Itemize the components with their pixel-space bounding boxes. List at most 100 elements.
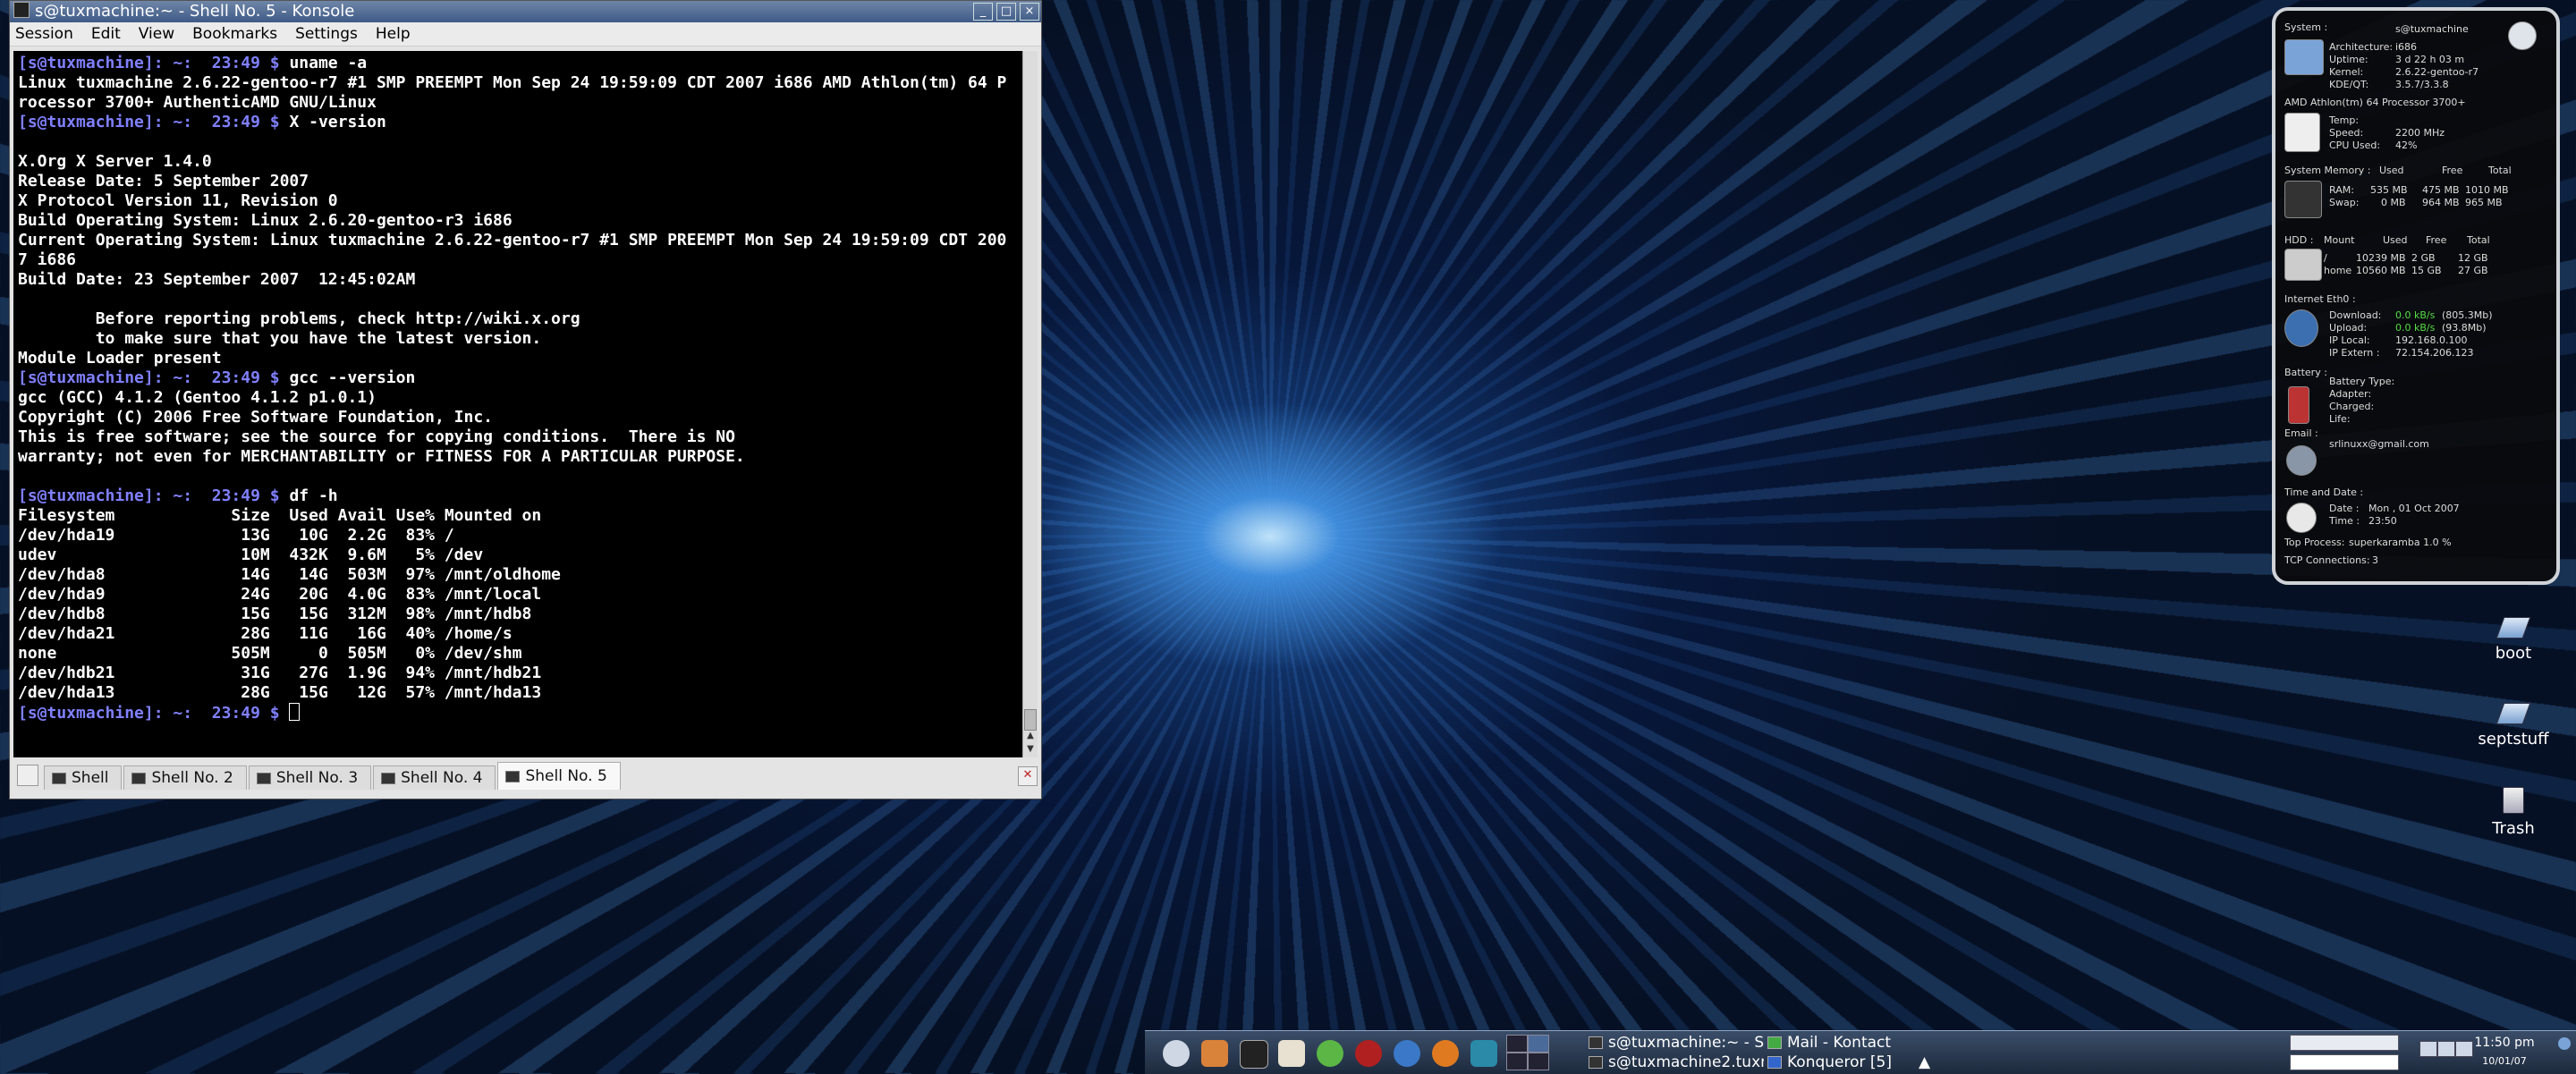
menu-session[interactable]: Session (15, 25, 73, 43)
panel-hide-icon[interactable] (2558, 1037, 2571, 1050)
terminal-text: none 505M 0 505M 0% /dev/shm (18, 644, 522, 663)
menu-bookmarks[interactable]: Bookmarks (192, 25, 277, 43)
clock-date: 10/01/07 (2482, 1055, 2527, 1067)
terminal-text: X.Org X Server 1.4.0 (18, 152, 212, 171)
system-section-label: System : (2284, 21, 2328, 33)
terminal-line: X.Org X Server 1.4.0 (18, 152, 1022, 172)
menu-edit[interactable]: Edit (91, 25, 121, 43)
chevron-up-icon[interactable]: ▲ (1919, 1053, 1930, 1072)
terminal-icon (381, 772, 396, 784)
desktop-icon-trash[interactable]: Trash (2464, 787, 2563, 838)
minicli-input[interactable] (2290, 1035, 2399, 1051)
terminal-launcher-icon[interactable] (1240, 1040, 1268, 1069)
terminal-text: Copyright (C) 2006 Free Software Foundat… (18, 408, 494, 427)
panel-clock[interactable]: 11:50 pm 10/01/07 (2469, 1036, 2540, 1067)
terminal-icon (52, 772, 66, 784)
close-session-button[interactable]: ✕ (1018, 766, 1038, 786)
tray-icon-2[interactable] (2437, 1041, 2455, 1057)
terminal-line: [s@tuxmachine]: ~: 23:49 $ (18, 703, 1022, 723)
text-cursor (289, 703, 301, 721)
maximize-button[interactable]: □ (996, 3, 1016, 21)
terminal-text: Build Operating System: Linux 2.6.20-gen… (18, 211, 513, 230)
terminal-text: Module Loader present (18, 349, 222, 368)
terminal-line: Module Loader present (18, 349, 1022, 368)
terminal-text: /dev/hda21 28G 11G 16G 40% /home/s (18, 624, 513, 643)
konqueror-icon (1767, 1056, 1782, 1069)
terminal-line: Linux tuxmachine 2.6.22-gentoo-r7 #1 SMP… (18, 73, 1022, 93)
terminal-line: none 505M 0 505M 0% /dev/shm (18, 644, 1022, 664)
tab-shell[interactable]: Shell (44, 765, 123, 790)
menu-settings[interactable]: Settings (295, 25, 358, 43)
quick-search-input[interactable] (2290, 1054, 2399, 1070)
text-editor-icon[interactable] (1278, 1040, 1305, 1067)
task-konqueror[interactable]: Konqueror [5] ▲ (1764, 1053, 1943, 1072)
terminal-line: /dev/hda13 28G 15G 12G 57% /mnt/hda13 (18, 683, 1022, 703)
kmenu-gear-icon[interactable] (1163, 1040, 1190, 1067)
task-konsole-2[interactable]: s@tuxmachine2.tuxm (1585, 1053, 1764, 1072)
terminal-line: [s@tuxmachine]: ~: 23:49 $ X -version (18, 113, 1022, 132)
terminal-text: /dev/hda8 14G 14G 503M 97% /mnt/oldhome (18, 565, 561, 584)
window-titlebar[interactable]: s@tuxmachine:~ - Shell No. 5 - Konsole _… (10, 1, 1041, 22)
memory-chip-icon (2284, 181, 2322, 218)
terminal-line: /dev/hdb21 31G 27G 1.9G 94% /mnt/hdb21 (18, 664, 1022, 683)
desktop-icon-septstuff[interactable]: septstuff (2464, 703, 2563, 748)
shell-prompt: [s@tuxmachine]: ~: 23:49 $ (18, 54, 290, 72)
firefox-icon[interactable] (1432, 1040, 1459, 1067)
battery-section-label: Battery : (2284, 367, 2327, 378)
task-kontact[interactable]: Mail - Kontact (1764, 1033, 1943, 1053)
konsole-window[interactable]: s@tuxmachine:~ - Shell No. 5 - Konsole _… (9, 0, 1042, 799)
terminal-scrollbar[interactable]: ▲ ▼ (1022, 51, 1038, 757)
tab-shell-4[interactable]: Shell No. 4 (373, 765, 496, 790)
desktop-3[interactable] (1506, 1053, 1528, 1070)
terminal-text: gcc (GCC) 4.1.2 (Gentoo 4.1.2 p1.0.1) (18, 388, 377, 407)
shell-prompt: [s@tuxmachine]: ~: 23:49 $ (18, 368, 290, 387)
scroll-down-arrow[interactable]: ▼ (1023, 744, 1038, 757)
new-session-button[interactable] (17, 765, 38, 786)
terminal-line: [s@tuxmachine]: ~: 23:49 $ uname -a (18, 54, 1022, 73)
desktop-icon-boot[interactable]: boot (2464, 617, 2563, 663)
terminal-text: uname -a (289, 54, 368, 72)
terminal-text: Release Date: 5 September 2007 (18, 172, 309, 190)
terminal-icon (131, 772, 147, 784)
network-icon[interactable] (1470, 1040, 1497, 1067)
tab-shell-3[interactable]: Shell No. 3 (248, 765, 372, 790)
session-tabbar: Shell Shell No. 2 Shell No. 3 Shell No. … (13, 761, 1038, 790)
terminal-text: X -version (289, 113, 386, 131)
terminal-text: /dev/hda19 13G 10G 2.2G 83% / (18, 526, 454, 545)
terminal-line: Copyright (C) 2006 Free Software Foundat… (18, 408, 1022, 427)
menu-view[interactable]: View (139, 25, 174, 43)
desktop-4[interactable] (1528, 1053, 1549, 1070)
close-button[interactable]: × (1020, 3, 1039, 21)
desktop-2[interactable] (1528, 1035, 1549, 1053)
window-title: s@tuxmachine:~ - Shell No. 5 - Konsole (35, 2, 355, 21)
system-monitor-widget[interactable]: System : s@tuxmachine Architecture: i686… (2272, 7, 2560, 585)
minimize-button[interactable]: _ (973, 3, 993, 21)
stop-icon[interactable] (1355, 1040, 1382, 1067)
home-folder-icon[interactable] (1201, 1040, 1228, 1067)
konsole-icon[interactable] (13, 2, 30, 18)
tab-shell-5[interactable]: Shell No. 5 (497, 762, 621, 790)
harddisk-icon (2284, 249, 2322, 281)
bug-tracker-icon[interactable] (1317, 1040, 1343, 1067)
terminal-line: to make sure that you have the latest ve… (18, 329, 1022, 349)
terminal-line: Before reporting problems, check http://… (18, 309, 1022, 329)
task-konsole[interactable]: s@tuxmachine:~ - Sh (1585, 1033, 1764, 1053)
terminal-line: /dev/hda21 28G 11G 16G 40% /home/s (18, 624, 1022, 644)
scroll-up-arrow[interactable]: ▲ (1023, 731, 1038, 743)
email-address[interactable]: srlinuxx@gmail.com (2329, 438, 2429, 450)
desktop-1[interactable] (1506, 1035, 1528, 1053)
terminal-icon (1589, 1036, 1603, 1049)
terminal-output[interactable]: [s@tuxmachine]: ~: 23:49 $ uname -a Linux… (13, 51, 1022, 757)
tray-icon-1[interactable] (2419, 1041, 2437, 1057)
menu-help[interactable]: Help (376, 25, 411, 43)
drive-icon (2496, 617, 2531, 638)
terminal-text: Current Operating System: Linux tuxmachi… (18, 231, 1007, 249)
scrollbar-thumb[interactable] (1024, 709, 1037, 731)
konqueror-icon[interactable] (1394, 1040, 1420, 1067)
desktop-pager[interactable] (1506, 1035, 1551, 1070)
shell-prompt: [s@tuxmachine]: ~: 23:49 $ (18, 486, 290, 505)
tab-shell-2[interactable]: Shell No. 2 (123, 765, 247, 790)
terminal-text: rocessor 3700+ AuthenticAMD GNU/Linux (18, 93, 377, 112)
